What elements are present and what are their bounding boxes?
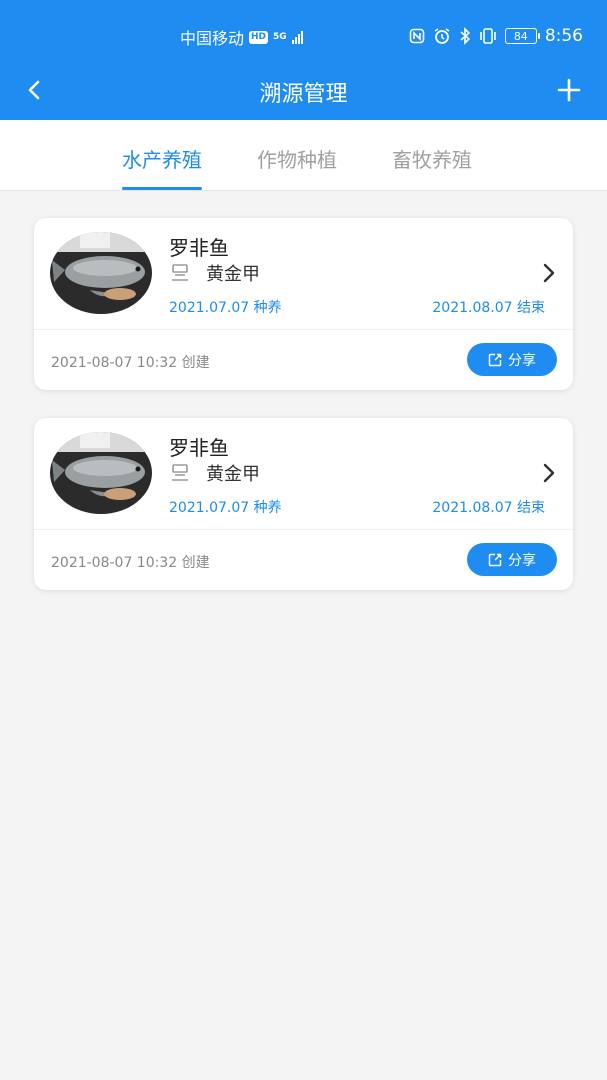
person-icon	[172, 464, 188, 481]
trace-card[interactable]: 罗非鱼 黄金甲 2021.07.07 种养 2021.08.07 结束 2021…	[34, 218, 573, 390]
bluetooth-icon	[460, 27, 470, 45]
created-time: 2021-08-07 10:32 创建	[51, 555, 210, 571]
hd-badge: HD	[249, 30, 269, 44]
status-bar: 中国移动 HD 5G 84 8:56	[0, 0, 607, 72]
carrier-label: 中国移动	[180, 29, 245, 48]
tab-crop-planting[interactable]: 作物种植	[257, 144, 337, 190]
card-divider	[34, 529, 573, 530]
owner-name: 黄金甲	[206, 264, 260, 285]
tab-livestock[interactable]: 畜牧养殖	[392, 144, 472, 190]
end-date: 2021.08.07 结束	[432, 500, 545, 516]
person-icon	[172, 264, 188, 281]
nav-bar: 溯源管理	[0, 66, 607, 116]
fish-photo	[50, 432, 152, 514]
clock: 8:56	[544, 26, 583, 46]
share-icon	[488, 353, 502, 366]
created-time: 2021-08-07 10:32 创建	[51, 355, 210, 371]
signal-icon	[291, 30, 303, 44]
product-name: 罗非鱼	[169, 236, 229, 260]
category-tabs: 水产养殖 作物种植 畜牧养殖	[0, 120, 607, 191]
share-button[interactable]: 分享	[467, 543, 557, 576]
alarm-icon	[434, 28, 450, 44]
battery-icon: 84	[504, 28, 540, 44]
share-button[interactable]: 分享	[467, 343, 557, 376]
nfc-icon	[409, 28, 425, 44]
end-date: 2021.08.07 结束	[432, 300, 545, 316]
page-title: 溯源管理	[259, 82, 348, 107]
share-label: 分享	[508, 552, 536, 569]
status-icons: 84 8:56	[409, 24, 583, 48]
plus-icon	[557, 78, 581, 102]
header-area: 中国移动 HD 5G 84 8:56 溯源管理	[0, 0, 607, 120]
start-date: 2021.07.07 种养	[169, 500, 282, 516]
tab-aquaculture[interactable]: 水产养殖	[122, 144, 202, 190]
share-label: 分享	[508, 352, 536, 369]
add-button[interactable]	[553, 74, 585, 106]
status-carrier-group: 中国移动 HD 5G	[180, 26, 303, 48]
network-label: 5G	[273, 31, 287, 42]
fish-photo	[50, 232, 152, 314]
chevron-left-icon	[28, 80, 40, 100]
product-name: 罗非鱼	[169, 436, 229, 460]
vibrate-icon	[480, 28, 496, 44]
chevron-right-icon[interactable]	[541, 262, 557, 284]
start-date: 2021.07.07 种养	[169, 300, 282, 316]
share-icon	[488, 553, 502, 566]
trace-card[interactable]: 罗非鱼 黄金甲 2021.07.07 种养 2021.08.07 结束 2021…	[34, 418, 573, 590]
back-button[interactable]	[18, 74, 50, 106]
card-divider	[34, 329, 573, 330]
chevron-right-icon[interactable]	[541, 462, 557, 484]
owner-name: 黄金甲	[206, 464, 260, 485]
